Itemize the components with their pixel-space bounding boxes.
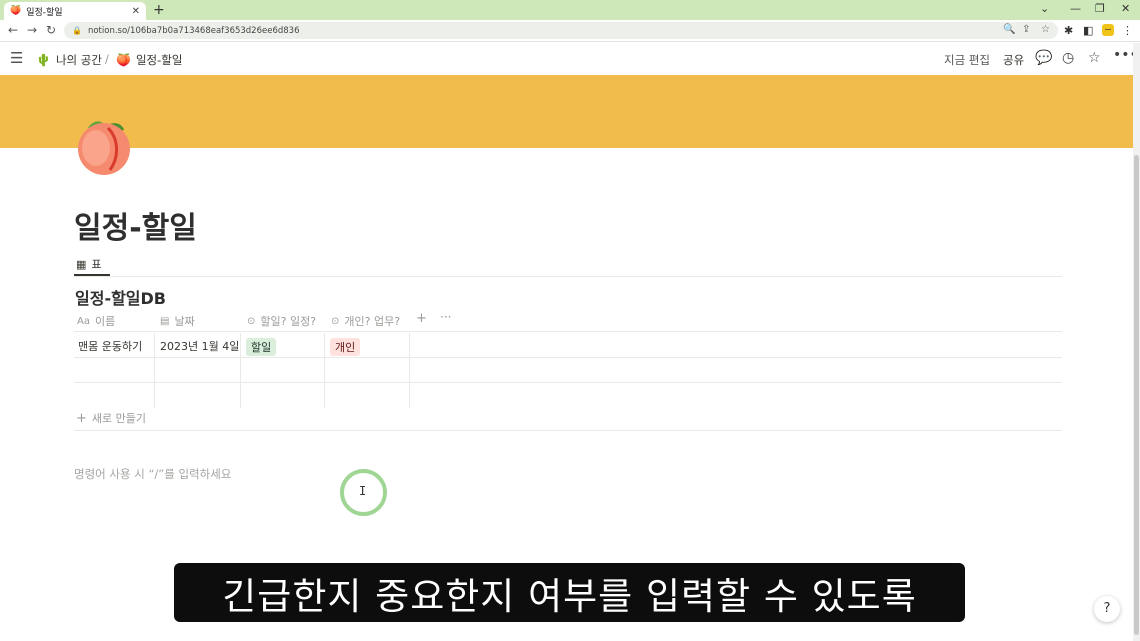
table-header: Aa 이름 ▤ 날짜 ⊙ 할일? 일정? ⊙ 개인? 업무? + ··· xyxy=(74,309,1062,332)
video-subtitle: 긴급한지 중요한지 여부를 입력할 수 있도록 xyxy=(174,563,965,622)
column-label: 이름 xyxy=(94,315,116,328)
table-row[interactable]: 맨몸 운동하기 2023년 1월 4일 할일 개인 xyxy=(74,333,1062,358)
new-row-button[interactable]: + 새로 만들기 xyxy=(76,410,146,426)
editor-placeholder[interactable]: 명령어 사용 시 “/”를 입력하세요 xyxy=(74,466,231,482)
plus-icon: + xyxy=(76,410,87,426)
page-title[interactable]: 일정-할일 xyxy=(74,203,197,247)
restore-icon[interactable]: ❐ xyxy=(1095,2,1105,15)
address-bar[interactable]: 🔒 notion.so/106ba7b0a713468eaf3653d26ee6… xyxy=(64,22,1058,39)
reload-icon[interactable]: ↻ xyxy=(46,23,56,37)
extensions-icon[interactable]: ✱ xyxy=(1064,24,1073,37)
column-header-name[interactable]: Aa 이름 xyxy=(77,313,115,329)
notion-topbar: ☰ 🌵 나의 공간 / 🍑 일정-할일 지금 편집 공유 💬 ◷ ☆ ••• xyxy=(0,43,1140,75)
column-header-date[interactable]: ▤ 날짜 xyxy=(160,313,195,329)
side-panel-icon[interactable]: ◧ xyxy=(1083,24,1093,37)
column-divider xyxy=(240,333,241,408)
bookmark-star-icon[interactable]: ☆ xyxy=(1041,24,1050,35)
calendar-icon: ▤ xyxy=(160,315,170,327)
cell-name[interactable]: 맨몸 운동하기 xyxy=(78,338,142,354)
tab-title: 일정-할일 xyxy=(26,7,63,18)
url-text: notion.so/106ba7b0a713468eaf3653d26ee6d8… xyxy=(87,25,300,36)
view-tab-label: 표 xyxy=(91,258,102,271)
column-label: 개인? 업무? xyxy=(344,315,401,328)
close-tab-icon[interactable]: ✕ xyxy=(132,6,140,17)
workspace-label: 나의 공간 xyxy=(55,53,102,67)
new-tab-button[interactable]: + xyxy=(153,2,165,18)
select-icon: ⊙ xyxy=(331,315,340,327)
favorite-star-icon[interactable]: ☆ xyxy=(1088,50,1101,66)
column-header-category[interactable]: ⊙ 개인? 업무? xyxy=(331,313,400,329)
tag-type[interactable]: 할일 xyxy=(246,338,277,356)
help-button[interactable]: ? xyxy=(1094,596,1120,622)
scrollbar-thumb[interactable] xyxy=(1134,155,1139,635)
minimize-icon[interactable]: — xyxy=(1070,2,1081,15)
select-icon: ⊙ xyxy=(247,315,256,327)
edited-time: 지금 편집 xyxy=(944,53,990,67)
database-title[interactable]: 일정-할일DB xyxy=(75,285,166,309)
divider xyxy=(74,276,1062,277)
peach-favicon-icon: 🍑 xyxy=(10,6,22,16)
column-label: 할일? 일정? xyxy=(260,315,317,328)
column-divider xyxy=(324,333,325,408)
column-divider xyxy=(154,333,155,408)
page-cover[interactable] xyxy=(0,75,1133,148)
table-row[interactable] xyxy=(74,383,1062,408)
browser-tab[interactable]: 🍑 일정-할일 ✕ xyxy=(4,2,146,20)
column-label: 날짜 xyxy=(174,315,195,328)
page-label: 일정-할일 xyxy=(135,53,183,67)
add-column-icon[interactable]: + xyxy=(416,311,427,326)
column-header-type[interactable]: ⊙ 할일? 일정? xyxy=(247,313,316,329)
tag-category[interactable]: 개인 xyxy=(330,338,361,356)
column-divider xyxy=(409,333,410,408)
share-page-icon[interactable]: ⇪ xyxy=(1022,24,1030,35)
divider xyxy=(74,430,1062,431)
forward-icon[interactable]: → xyxy=(27,23,37,37)
table-row[interactable] xyxy=(74,358,1062,383)
peach-page-icon[interactable] xyxy=(74,116,134,176)
browser-tab-bar: 🍑 일정-할일 ✕ + ⌄ — ❐ ✕ xyxy=(0,0,1140,20)
zoom-icon[interactable]: 🔍 xyxy=(1003,24,1015,35)
column-more-icon[interactable]: ··· xyxy=(440,310,451,324)
tab-search-icon[interactable]: ⌄ xyxy=(1040,2,1049,15)
text-type-icon: Aa xyxy=(77,315,90,327)
table-icon: ▦ xyxy=(76,257,87,271)
tab-table-view[interactable]: ▦ 표 xyxy=(76,255,102,273)
text-cursor-icon: I xyxy=(359,484,367,498)
history-icon[interactable]: ◷ xyxy=(1062,50,1074,66)
cell-date[interactable]: 2023년 1월 4일 xyxy=(160,338,239,354)
extension-icon[interactable]: ꟷ xyxy=(1102,24,1114,36)
breadcrumb-workspace[interactable]: 🌵 나의 공간 xyxy=(36,52,102,68)
back-icon[interactable]: ← xyxy=(8,23,18,37)
breadcrumb-separator: / xyxy=(105,52,109,66)
breadcrumb-page[interactable]: 🍑 일정-할일 xyxy=(116,52,182,68)
share-button[interactable]: 공유 xyxy=(1003,52,1024,68)
browser-menu-icon[interactable]: ⋮ xyxy=(1122,24,1133,37)
browser-toolbar: ← → ↻ 🔒 notion.so/106ba7b0a713468eaf3653… xyxy=(0,20,1140,42)
new-row-label: 새로 만들기 xyxy=(91,412,147,425)
sidebar-menu-icon[interactable]: ☰ xyxy=(10,51,23,66)
cactus-icon: 🌵 xyxy=(36,53,51,67)
peach-icon: 🍑 xyxy=(116,53,131,67)
comments-icon[interactable]: 💬 xyxy=(1035,50,1052,66)
window-close-icon[interactable]: ✕ xyxy=(1121,2,1130,15)
lock-icon: 🔒 xyxy=(72,26,82,35)
